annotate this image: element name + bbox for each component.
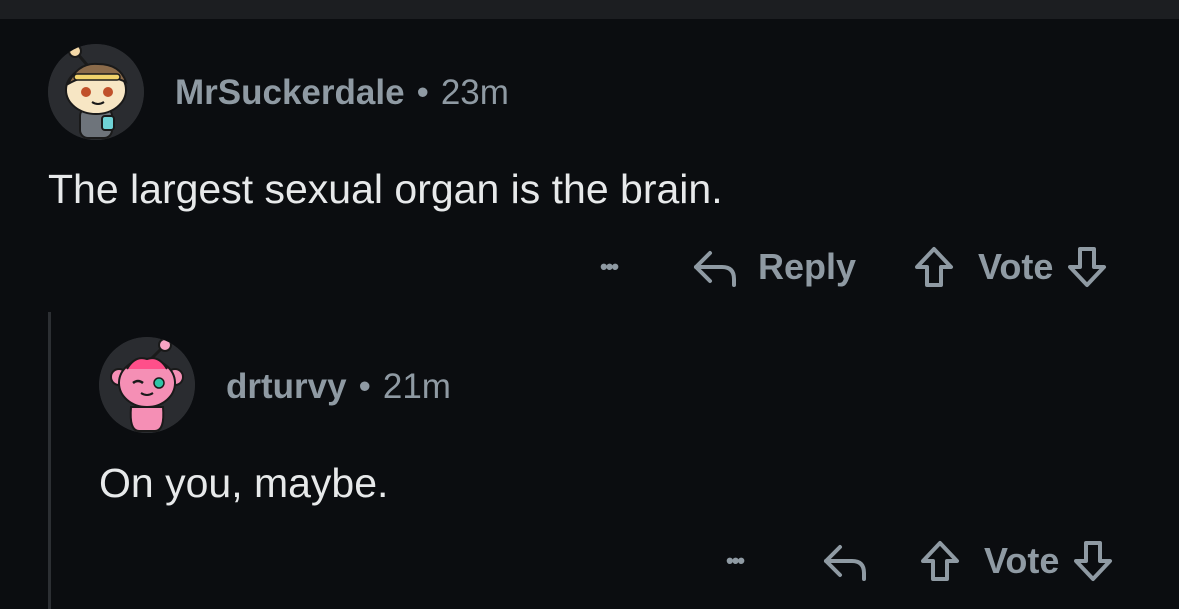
reply-label: Reply bbox=[758, 246, 857, 287]
vote-label: Vote bbox=[984, 540, 1060, 581]
meta-separator: • bbox=[358, 367, 371, 406]
user-avatar[interactable] bbox=[99, 337, 195, 433]
vote-label: Vote bbox=[978, 246, 1054, 287]
downvote-arrow-icon bbox=[1074, 541, 1113, 581]
top-bar bbox=[0, 0, 1179, 19]
comment-text: The largest sexual organ is the brain. bbox=[48, 166, 723, 212]
reply-arrow-icon bbox=[694, 251, 736, 287]
thread-line[interactable] bbox=[48, 312, 51, 609]
comment-text: On you, maybe. bbox=[99, 460, 389, 506]
upvote-arrow-icon bbox=[915, 247, 954, 287]
comment-meta: drturvy • 21m bbox=[226, 367, 451, 407]
upvote-arrow-icon bbox=[921, 541, 959, 581]
comment-actions: ••• Vote bbox=[726, 538, 1113, 584]
more-icon: ••• bbox=[600, 254, 619, 279]
username-link[interactable]: MrSuckerdale bbox=[175, 73, 405, 112]
reply-arrow-icon bbox=[824, 545, 866, 581]
upvote-button[interactable] bbox=[920, 540, 960, 582]
snoo-avatar-icon bbox=[99, 337, 195, 433]
timestamp: 21m bbox=[382, 367, 451, 406]
downvote-button[interactable] bbox=[1067, 246, 1107, 288]
downvote-arrow-icon bbox=[1068, 247, 1107, 287]
user-avatar[interactable] bbox=[48, 44, 144, 140]
reply-button[interactable] bbox=[822, 541, 870, 581]
more-options-button[interactable]: ••• bbox=[600, 254, 692, 280]
downvote-button[interactable] bbox=[1073, 540, 1113, 582]
username-link[interactable]: drturvy bbox=[226, 367, 347, 406]
more-options-button[interactable]: ••• bbox=[726, 548, 822, 574]
reply-button[interactable]: Reply bbox=[692, 246, 856, 288]
more-icon: ••• bbox=[726, 548, 745, 573]
meta-separator: • bbox=[416, 73, 429, 112]
timestamp: 23m bbox=[440, 73, 509, 112]
upvote-button[interactable] bbox=[914, 246, 954, 288]
snoo-avatar-icon bbox=[48, 44, 144, 140]
comment-meta: MrSuckerdale • 23m bbox=[175, 73, 509, 113]
comment-actions: ••• Reply Vote bbox=[600, 244, 1107, 290]
